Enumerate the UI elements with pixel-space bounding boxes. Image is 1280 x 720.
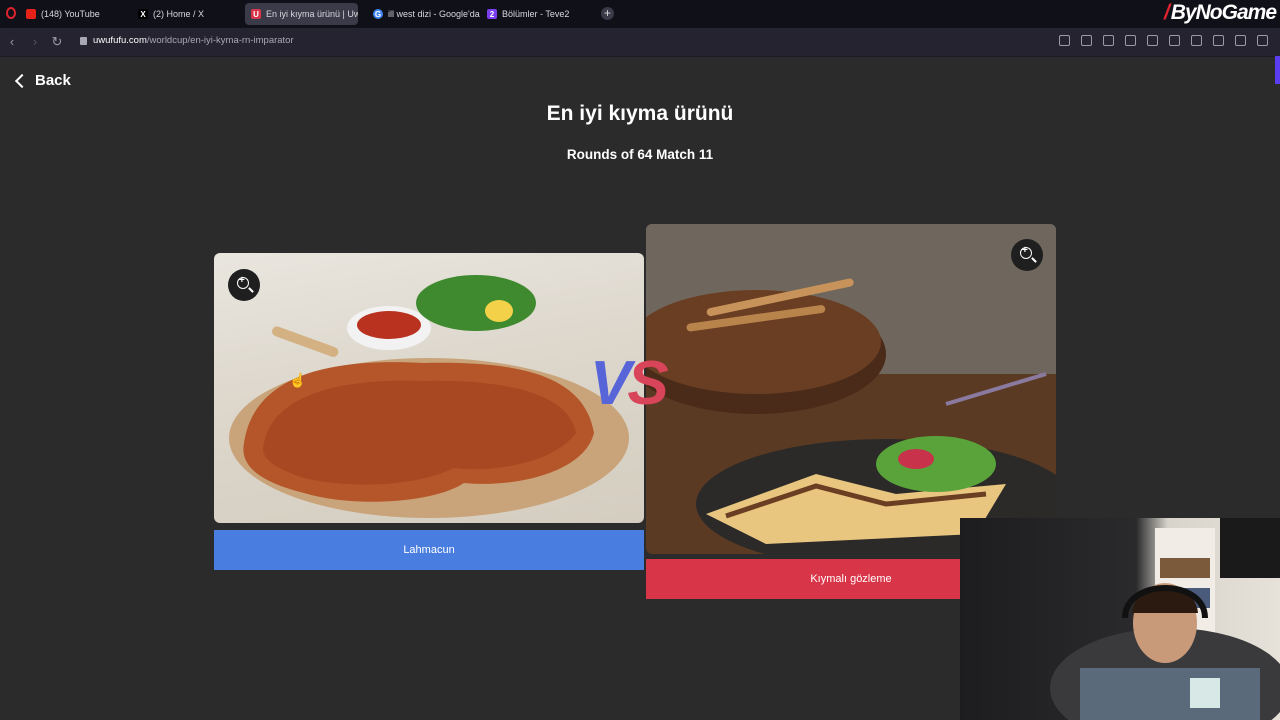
google-icon: G	[373, 9, 383, 19]
tab-label: En iyi kıyma ürünü | UwU	[266, 9, 358, 19]
reload-icon[interactable]: ↻	[49, 34, 65, 50]
x-icon: X	[138, 9, 148, 19]
back-button[interactable]: Back	[14, 72, 71, 89]
round-info: Rounds of 64 Match 11	[566, 147, 714, 162]
gozleme-illustration	[646, 224, 1056, 554]
chevron-left-icon	[14, 73, 30, 88]
lahmacun-illustration	[229, 275, 629, 518]
opera-logo-icon[interactable]	[6, 7, 16, 19]
tab-label: (148) YouTube	[41, 9, 100, 19]
right-zoom-button[interactable]	[1011, 239, 1043, 271]
zoom-icon	[1020, 245, 1032, 259]
back-label: Back	[35, 72, 71, 89]
tab-x[interactable]: X (2) Home / X	[132, 3, 242, 25]
left-choice-button[interactable]: Lahmacun	[214, 530, 644, 570]
tab-youtube[interactable]: (148) YouTube	[20, 3, 132, 25]
vs-label: VS	[590, 349, 669, 418]
extension-icon[interactable]	[1257, 35, 1268, 46]
bynogame-watermark: /ByNoGame	[1163, 1, 1277, 24]
back-arrow-icon[interactable]: ‹	[4, 34, 20, 50]
tab-uwufufu[interactable]: U En iyi kıyma ürünü | UwU	[245, 3, 358, 25]
play-icon[interactable]	[1147, 35, 1158, 46]
toolbar-icons	[1059, 35, 1268, 46]
menu-icon[interactable]	[1213, 35, 1224, 46]
hand-cursor-icon: ☝	[289, 372, 307, 388]
shield-icon[interactable]	[1103, 35, 1114, 46]
download-icon[interactable]	[1191, 35, 1202, 46]
browser-tab-bar: (148) YouTube X (2) Home / X U En iyi kı…	[0, 0, 1280, 28]
new-tab-button[interactable]: +	[601, 7, 614, 20]
forward-arrow-icon[interactable]: ›	[27, 34, 43, 50]
page-title: En iyi kıyma ürünü	[546, 102, 734, 125]
streamer-figure	[1050, 518, 1280, 720]
tab-google[interactable]: G ill west dizi - Google'da A	[367, 3, 480, 25]
url-field[interactable]: uwufufu.com/worldcup/en-iyi-kyma-rn-impa…	[80, 35, 294, 46]
tab-label: Bölümler - Teve2	[502, 9, 570, 19]
lock-icon	[80, 36, 87, 45]
tab-label: ill west dizi - Google'da A	[388, 9, 480, 19]
right-choice-label: Kıymalı gözleme	[810, 573, 892, 585]
left-choice-label: Lahmacun	[403, 544, 455, 556]
left-choice-image[interactable]	[214, 253, 644, 523]
zoom-icon	[237, 275, 249, 289]
right-choice-image[interactable]	[646, 224, 1056, 554]
webcam-overlay	[960, 518, 1280, 720]
heart-icon[interactable]	[1169, 35, 1180, 46]
uwufufu-icon: U	[251, 9, 261, 19]
tab-label: (2) Home / X	[153, 9, 205, 19]
left-zoom-button[interactable]	[228, 269, 260, 301]
edit-icon[interactable]	[1059, 35, 1070, 46]
camera-icon[interactable]	[1081, 35, 1092, 46]
tab-teve2[interactable]: 2 Bölümler - Teve2	[481, 3, 593, 25]
sidebar-accent	[1275, 56, 1280, 84]
address-bar: ‹ › ↻ uwufufu.com/worldcup/en-iyi-kyma-r…	[0, 28, 1280, 84]
vpn-icon[interactable]	[1125, 35, 1136, 46]
youtube-icon	[26, 9, 36, 19]
teve2-icon: 2	[487, 9, 497, 19]
profile-icon[interactable]	[1235, 35, 1246, 46]
